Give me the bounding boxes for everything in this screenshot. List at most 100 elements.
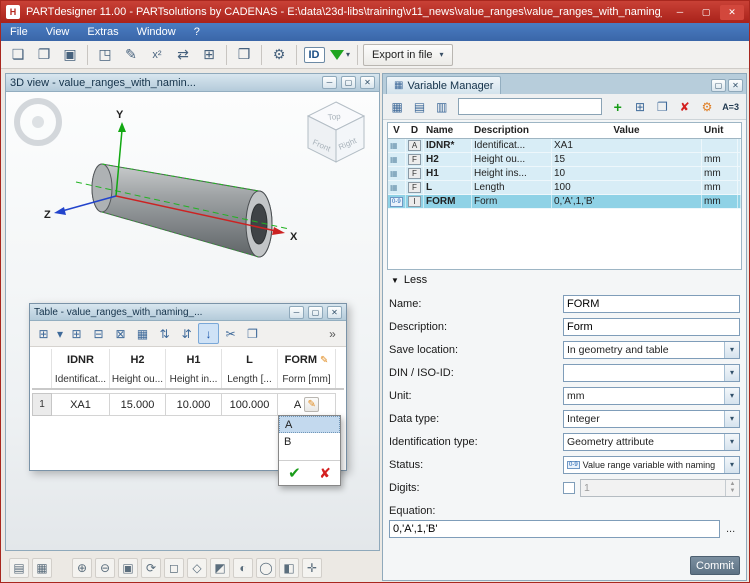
add-row-icon[interactable]: ⊞: [33, 323, 54, 344]
top-view-icon[interactable]: ◩: [210, 558, 230, 578]
sketch-icon[interactable]: ◳: [93, 44, 117, 66]
zoom-fit-icon[interactable]: ▣: [118, 558, 138, 578]
front-view-icon[interactable]: ◻: [164, 558, 184, 578]
menu-help[interactable]: ?: [185, 23, 209, 41]
cancel-cross-icon[interactable]: ✘: [319, 465, 331, 482]
row-number[interactable]: 1: [32, 393, 52, 416]
panel-maximize-button[interactable]: ▢: [341, 76, 356, 89]
id-button[interactable]: ID: [302, 44, 326, 66]
identification-type-select[interactable]: Geometry attribute ▾: [563, 433, 740, 451]
duplicate-icon[interactable]: ❐: [652, 96, 672, 117]
panel-close-button[interactable]: ✕: [728, 79, 743, 92]
shading-icon[interactable]: ◐: [233, 558, 253, 578]
cell-form[interactable]: A ✎: [278, 393, 336, 416]
detail-view-icon[interactable]: ▥: [432, 96, 452, 117]
table-minimize-button[interactable]: ─: [289, 306, 304, 319]
variable-row-h2[interactable]: ▦ F H2 Height ou... 15 mm: [388, 153, 741, 167]
minimize-button[interactable]: ─: [668, 5, 692, 20]
settings-gear-icon[interactable]: ⚙: [697, 96, 717, 117]
sort-descending-icon[interactable]: ⇵: [176, 323, 197, 344]
description-input[interactable]: [563, 318, 740, 336]
edit-icon[interactable]: ✎: [119, 44, 143, 66]
view-table-icon[interactable]: ▦: [32, 558, 52, 578]
table-maximize-button[interactable]: ▢: [308, 306, 323, 319]
transform-icon[interactable]: ⇄: [171, 44, 195, 66]
section-icon[interactable]: ◧: [279, 558, 299, 578]
col-v[interactable]: V: [388, 123, 406, 138]
panel-close-button[interactable]: ✕: [360, 76, 375, 89]
col-h2[interactable]: H2: [110, 349, 166, 371]
col-d[interactable]: D: [406, 123, 424, 138]
cell-h2[interactable]: 15.000: [110, 393, 166, 416]
data-type-select[interactable]: Integer ▾: [563, 410, 740, 428]
save-icon[interactable]: ▣: [58, 44, 82, 66]
variable-manager-header[interactable]: ▦ Variable Manager ▢ ✕: [383, 74, 746, 94]
table-icon[interactable]: ⊞: [197, 44, 221, 66]
col-form[interactable]: FORM✎: [278, 349, 336, 371]
digits-spinner[interactable]: 1 ▲▼: [580, 479, 740, 497]
insert-row-icon[interactable]: ⊞: [66, 323, 87, 344]
col-h1[interactable]: H1: [166, 349, 222, 371]
list-view-icon[interactable]: ▤: [409, 96, 429, 117]
rotate-view-icon[interactable]: ⟳: [141, 558, 161, 578]
menu-view[interactable]: View: [37, 23, 79, 41]
open-file-icon[interactable]: ❐: [32, 44, 56, 66]
rename-a3-icon[interactable]: A=3: [719, 99, 742, 115]
new-file-icon[interactable]: ❏: [6, 44, 30, 66]
din-iso-select[interactable]: ▾: [563, 364, 740, 382]
axes-toggle-icon[interactable]: ✛: [302, 558, 322, 578]
dropdown-option-a[interactable]: A: [279, 416, 340, 433]
col-unit[interactable]: Unit: [702, 123, 738, 138]
wireframe-icon[interactable]: ◯: [256, 558, 276, 578]
move-down-icon[interactable]: ↓: [198, 323, 219, 344]
panel-float-button[interactable]: ▢: [711, 79, 726, 92]
digits-checkbox[interactable]: [563, 482, 575, 494]
add-variable-icon[interactable]: +: [608, 96, 628, 117]
more-tools-icon[interactable]: »: [322, 323, 343, 344]
table-grid-icon[interactable]: ▦: [132, 323, 153, 344]
cell-h1[interactable]: 10.000: [166, 393, 222, 416]
sort-ascending-icon[interactable]: ⇅: [154, 323, 175, 344]
cell-idnr[interactable]: XA1: [52, 393, 110, 416]
col-description[interactable]: Description: [472, 123, 552, 138]
confirm-check-icon[interactable]: ✔: [288, 464, 301, 482]
export-in-file-button[interactable]: Export in file ▾: [363, 44, 453, 66]
cell-edit-button[interactable]: ✎: [304, 397, 319, 412]
view-list-icon[interactable]: ▤: [9, 558, 29, 578]
unit-select[interactable]: mm ▾: [563, 387, 740, 405]
tools-icon[interactable]: ⚙: [267, 44, 291, 66]
col-l[interactable]: L: [222, 349, 278, 371]
commit-button[interactable]: Commit: [690, 556, 740, 575]
equation-more-button[interactable]: ...: [726, 523, 740, 535]
delete-variable-icon[interactable]: ✘: [675, 96, 695, 117]
variable-row-l[interactable]: ▦ F L Length 100 mm: [388, 181, 741, 195]
variable-row-form[interactable]: 0-9 I FORM Form 0,'A',1,'B' mm: [388, 195, 741, 209]
equation-input[interactable]: [389, 520, 720, 538]
panel-minimize-button[interactable]: ─: [322, 76, 337, 89]
zoom-out-icon[interactable]: ⊖: [95, 558, 115, 578]
dropdown-option-b[interactable]: B: [279, 433, 340, 450]
copy-icon[interactable]: ❐: [242, 323, 263, 344]
close-button[interactable]: ✕: [720, 5, 744, 20]
table-close-button[interactable]: ✕: [327, 306, 342, 319]
delete-row-icon[interactable]: ⊟: [88, 323, 109, 344]
formula-icon[interactable]: x²: [145, 44, 169, 66]
add-table-icon[interactable]: ⊞: [630, 96, 650, 117]
status-select[interactable]: 0-9 Value range variable with naming ▾: [563, 456, 740, 474]
variable-row-h1[interactable]: ▦ F H1 Height ins... 10 mm: [388, 167, 741, 181]
table-window-header[interactable]: Table - value_ranges_with_naming_... ─ ▢…: [30, 304, 346, 321]
clear-table-icon[interactable]: ⊠: [110, 323, 131, 344]
chevron-down-icon[interactable]: ▾: [55, 323, 65, 344]
grid-view-icon[interactable]: ▦: [387, 96, 407, 117]
orientation-cube[interactable]: Top Front Right: [308, 102, 364, 162]
search-input[interactable]: [458, 98, 602, 115]
cut-icon[interactable]: ✂: [220, 323, 241, 344]
zoom-in-icon[interactable]: ⊕: [72, 558, 92, 578]
less-expander[interactable]: ▼ Less: [391, 274, 427, 286]
import-folder-icon[interactable]: ❒: [232, 44, 256, 66]
iso-view-icon[interactable]: ◇: [187, 558, 207, 578]
color-dropdown-button[interactable]: ▾: [328, 44, 352, 66]
col-idnr[interactable]: IDNR: [52, 349, 110, 371]
col-value[interactable]: Value: [552, 123, 702, 138]
cell-l[interactable]: 100.000: [222, 393, 278, 416]
